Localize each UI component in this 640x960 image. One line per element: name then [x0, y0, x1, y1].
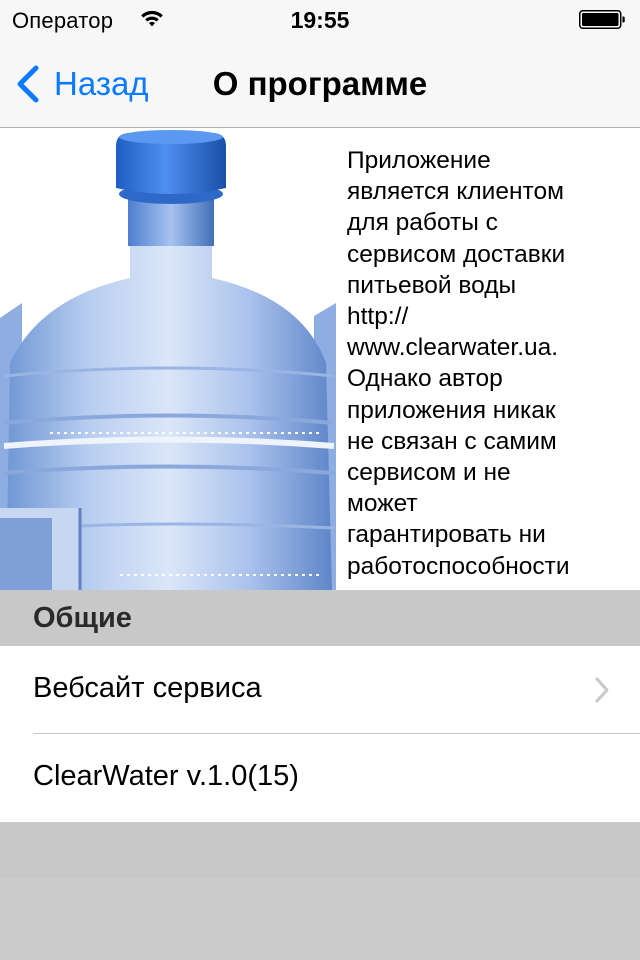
app-description: Приложение является клиентом для работы …	[347, 147, 570, 580]
section-title: Общие	[33, 602, 132, 634]
about-panel: Приложение является клиентом для работы …	[0, 128, 640, 590]
version-label: ClearWater v.1.0(15)	[33, 760, 299, 792]
clock: 19:55	[290, 7, 350, 33]
table-footer	[0, 822, 640, 878]
battery-icon	[579, 10, 625, 29]
page-title: О программе	[212, 65, 428, 102]
website-cell[interactable]: Вебсайт сервиса	[0, 646, 640, 734]
chevron-right-icon	[595, 677, 609, 703]
website-cell-label: Вебсайт сервиса	[33, 672, 262, 704]
section-header: Общие	[0, 590, 640, 646]
navigation-bar: Назад О программе	[0, 40, 640, 128]
water-bottle-image	[0, 128, 336, 590]
bottom-area	[0, 878, 640, 960]
version-cell: ClearWater v.1.0(15)	[0, 734, 640, 822]
status-bar: Оператор 19:55	[0, 0, 640, 40]
